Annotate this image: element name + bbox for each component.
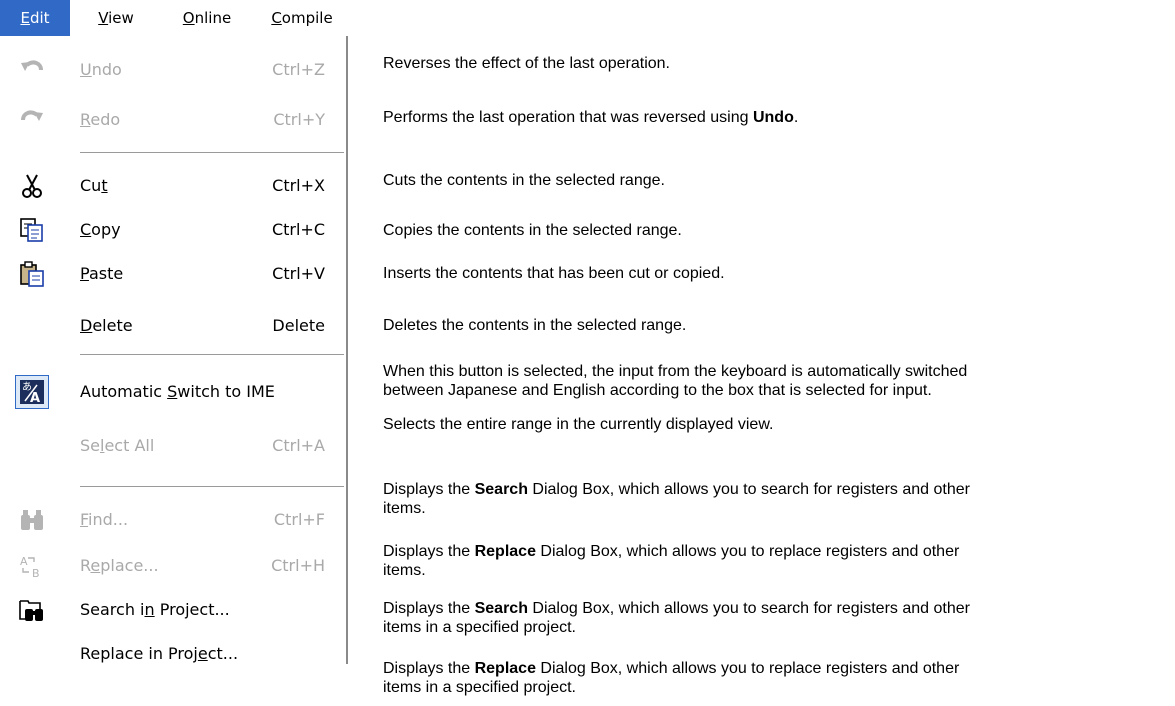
menu-item-shortcut: Ctrl+F [273,510,325,529]
menu-item-label: Paste [80,264,124,283]
description-replace-in-project: Displays the Replace Dialog Box, which a… [383,660,960,696]
description-undo: Reverses the effect of the last operatio… [383,55,670,72]
menu-item-shortcut: Ctrl+Z [272,60,325,79]
menu-item-find[interactable]: Find... Ctrl+F [0,500,346,540]
menu-separator [80,354,344,356]
menu-item-label: Cut [80,176,108,195]
description-automatic-switch-to-ime: When this button is selected, the input … [383,363,968,399]
redo-icon [16,104,48,136]
menu-item-label: Undo [80,60,122,79]
replace-icon: AB [16,550,48,582]
menu-item-select-all[interactable]: Select All Ctrl+A [0,426,346,466]
menu-item-delete[interactable]: Delete Delete [0,306,346,346]
menu-item-label: Redo [80,110,121,129]
menu-item-shortcut: Ctrl+Y [273,110,325,129]
menu-item-paste[interactable]: Paste Ctrl+V [0,254,346,294]
menu-item-label: Find... [80,510,129,529]
description-find: Displays the Search Dialog Box, which al… [383,481,970,517]
menu-border [346,36,348,664]
menu-edit[interactable]: Edit [0,0,70,36]
menu-item-label: Delete [80,316,133,335]
menu-compile[interactable]: Compile [258,0,346,36]
menu-item-label: Replace in Project... [80,644,239,663]
menu-item-replace[interactable]: AB Replace... Ctrl+H [0,546,346,586]
menu-item-label: Automatic Switch to IME [80,382,275,401]
menu-item-replace-in-project[interactable]: Replace in Project... [0,634,346,674]
menu-item-undo[interactable]: Undo Ctrl+Z [0,50,346,90]
description-copy: Copies the contents in the selected rang… [383,222,682,239]
menu-item-cut[interactable]: Cut Ctrl+X [0,166,346,206]
description-delete: Deletes the contents in the selected ran… [383,317,687,334]
binoculars-icon [16,504,48,536]
menu-item-redo[interactable]: Redo Ctrl+Y [0,100,346,140]
menu-item-search-in-project[interactable]: Search in Project... [0,590,346,630]
copy-icon [16,214,48,246]
menu-bar: Edit View Online Compile [0,0,346,36]
description-redo: Performs the last operation that was rev… [383,109,799,126]
menu-item-shortcut: Ctrl+C [271,220,325,239]
description-search-in-project: Displays the Search Dialog Box, which al… [383,600,970,636]
svg-text:A: A [20,555,28,568]
svg-text:B: B [32,567,40,579]
menu-view[interactable]: View [86,0,146,36]
menu-item-label: Select All [80,436,155,455]
menu-item-shortcut: Ctrl+H [271,556,325,575]
menu-item-label: Search in Project... [80,600,230,619]
scissors-icon [16,170,48,202]
menu-item-automatic-switch-to-ime[interactable]: あA Automatic Switch to IME [0,372,346,412]
menu-item-label: Replace... [80,556,159,575]
menu-item-shortcut: Ctrl+V [272,264,325,283]
menu-item-shortcut: Ctrl+X [272,176,325,195]
description-cut: Cuts the contents in the selected range. [383,172,665,189]
ime-icon: あA [15,375,49,409]
menu-online[interactable]: Online [166,0,248,36]
description-paste: Inserts the contents that has been cut o… [383,265,725,282]
description-select-all: Selects the entire range in the currentl… [383,416,774,433]
search-project-icon [16,594,48,626]
undo-icon [16,54,48,86]
description-replace: Displays the Replace Dialog Box, which a… [383,543,960,579]
menu-separator [80,152,344,154]
menu-separator [80,486,344,488]
edit-dropdown-menu: Undo Ctrl+Z Redo Ctrl+Y Cut Ctrl+X Copy … [0,36,346,706]
paste-icon [16,258,48,290]
menu-item-label: Copy [80,220,121,239]
menu-item-copy[interactable]: Copy Ctrl+C [0,210,346,250]
menu-item-shortcut: Ctrl+A [272,436,325,455]
menu-item-shortcut: Delete [272,316,325,335]
